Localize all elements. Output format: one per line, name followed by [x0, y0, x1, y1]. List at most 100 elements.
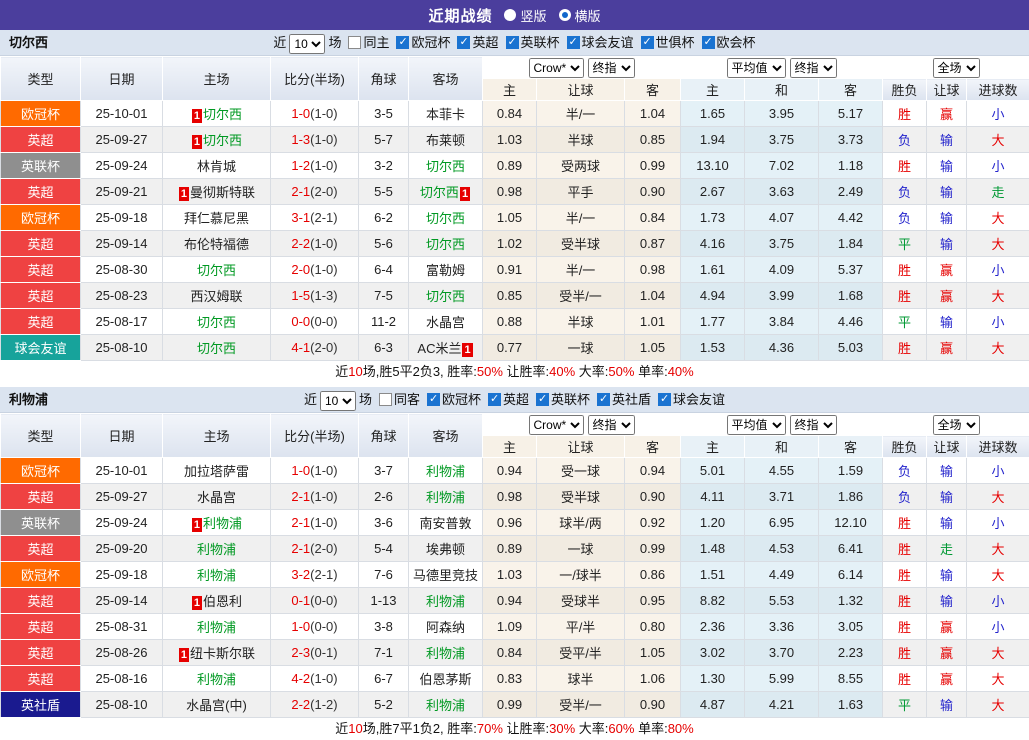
team-name-text: 利物浦	[197, 568, 236, 583]
odds-home-cell: 0.89	[483, 536, 537, 562]
same-ground-checkbox[interactable]: 同客	[372, 392, 420, 407]
match-row: 英超25-09-271切尔西1-3(1-0)5-7布莱顿1.03半球0.851.…	[1, 127, 1029, 153]
match-type-cell: 欧冠杯	[1, 101, 81, 127]
away-team-cell: 水晶宫	[409, 309, 483, 335]
avg-away-cell: 1.63	[819, 692, 883, 718]
avg-home-cell: 5.01	[681, 458, 745, 484]
team-name-text: 利物浦	[426, 698, 465, 713]
match-type-cell: 英超	[1, 536, 81, 562]
rank-badge: 1	[462, 343, 472, 357]
odds-home-cell: 0.85	[483, 283, 537, 309]
avg-type-select[interactable]: 平均值	[727, 415, 786, 435]
odds-handicap-cell: 一球	[537, 536, 625, 562]
home-team-cell: 1纽卡斯尔联	[163, 640, 271, 666]
sub-column-header: 胜负	[883, 436, 927, 458]
match-date-cell: 25-08-16	[81, 666, 163, 692]
odds-group-header: 全场	[883, 414, 1029, 436]
away-team-cell: 利物浦	[409, 692, 483, 718]
summary-text: 10	[348, 721, 362, 736]
odds-stage-select[interactable]: 终指	[588, 58, 635, 78]
team-name-text: 阿森纳	[426, 620, 465, 635]
team-name-text: 利物浦	[426, 464, 465, 479]
scope-select[interactable]: 全场	[933, 415, 980, 435]
match-row: 英联杯25-09-24林肯城1-2(1-0)3-2切尔西0.89受两球0.991…	[1, 153, 1029, 179]
team-name-text: 林肯城	[197, 159, 236, 174]
competition-checkbox[interactable]: 英社盾	[590, 392, 651, 407]
column-header: 比分(半场)	[271, 414, 359, 458]
result-goals-cell: 大	[967, 335, 1029, 361]
odds-home-cell: 1.09	[483, 614, 537, 640]
fulltime-score: 4-1	[291, 340, 310, 355]
odds-home-cell: 0.98	[483, 179, 537, 205]
competition-checkbox[interactable]: 欧冠杯	[420, 392, 481, 407]
odds-handicap-cell: 半/一	[537, 205, 625, 231]
radio-horizontal-label: 横版	[575, 6, 601, 25]
avg-home-cell: 1.20	[681, 510, 745, 536]
odds-handicap-cell: 球半	[537, 666, 625, 692]
competition-checkbox[interactable]: 球会友谊	[651, 392, 725, 407]
avg-draw-cell: 3.99	[745, 283, 819, 309]
competition-checkbox[interactable]: 英超	[481, 392, 529, 407]
competition-checkbox[interactable]: 世俱杯	[634, 35, 695, 50]
fulltime-score: 2-1	[291, 515, 310, 530]
avg-type-select[interactable]: 平均值	[727, 58, 786, 78]
avg-stage-select[interactable]: 终指	[790, 58, 837, 78]
sub-column-header: 客	[625, 79, 681, 101]
result-outcome-cell: 负	[883, 179, 927, 205]
title-bar: 近期战绩 竖版 横版	[0, 0, 1029, 30]
sub-column-header: 胜负	[883, 79, 927, 101]
fulltime-score: 2-2	[291, 697, 310, 712]
team-section: 利物浦近10场同客欧冠杯英超英联杯英社盾球会友谊类型日期主场比分(半场)角球客场…	[0, 387, 1029, 740]
avg-home-cell: 4.16	[681, 231, 745, 257]
scope-select[interactable]: 全场	[933, 58, 980, 78]
corners-cell: 3-7	[359, 458, 409, 484]
odds-home-cell: 0.77	[483, 335, 537, 361]
avg-home-cell: 1.53	[681, 335, 745, 361]
result-outcome-cell: 胜	[883, 588, 927, 614]
avg-draw-cell: 4.21	[745, 692, 819, 718]
radio-vertical-label: 竖版	[520, 6, 546, 25]
match-row: 英超25-08-31利物浦1-0(0-0)3-8阿森纳1.09平/半0.802.…	[1, 614, 1029, 640]
odds-away-cell: 0.99	[625, 536, 681, 562]
home-team-cell: 切尔西	[163, 309, 271, 335]
odds-handicap-cell: 受平/半	[537, 640, 625, 666]
sub-column-header: 客	[625, 436, 681, 458]
avg-home-cell: 1.48	[681, 536, 745, 562]
fulltime-score: 2-2	[291, 236, 310, 251]
competition-checkbox[interactable]: 英联杯	[499, 35, 560, 50]
match-count-select[interactable]: 10	[320, 391, 356, 411]
odds-handicap-cell: 半球	[537, 127, 625, 153]
radio-vertical-layout[interactable]: 竖版	[504, 6, 546, 25]
result-goals-cell: 大	[967, 283, 1029, 309]
competition-checkbox[interactable]: 欧会杯	[695, 35, 756, 50]
odds-provider-select[interactable]: Crow*	[529, 58, 584, 78]
corners-cell: 7-5	[359, 283, 409, 309]
odds-away-cell: 1.04	[625, 101, 681, 127]
avg-draw-cell: 3.75	[745, 127, 819, 153]
odds-home-cell: 0.84	[483, 640, 537, 666]
avg-draw-cell: 5.53	[745, 588, 819, 614]
match-row: 欧冠杯25-09-18利物浦3-2(2-1)7-6马德里竞技1.03一/球半0.…	[1, 562, 1029, 588]
radio-horizontal-layout[interactable]: 横版	[559, 6, 601, 25]
competition-checkbox[interactable]: 英超	[450, 35, 498, 50]
competition-checkbox[interactable]: 欧冠杯	[389, 35, 450, 50]
team-name-text: 水晶宫	[426, 315, 465, 330]
fulltime-score: 4-2	[291, 671, 310, 686]
avg-draw-cell: 3.75	[745, 231, 819, 257]
summary-text: 近	[335, 721, 348, 736]
competition-checkbox[interactable]: 球会友谊	[560, 35, 634, 50]
result-goals-cell: 大	[967, 127, 1029, 153]
competition-checkbox[interactable]: 英联杯	[529, 392, 590, 407]
avg-stage-select[interactable]: 终指	[790, 415, 837, 435]
result-outcome-cell: 胜	[883, 335, 927, 361]
away-team-cell: 本菲卡	[409, 101, 483, 127]
odds-provider-select[interactable]: Crow*	[529, 415, 584, 435]
away-team-cell: 伯恩茅斯	[409, 666, 483, 692]
home-team-cell: 拜仁慕尼黑	[163, 205, 271, 231]
odds-stage-select[interactable]: 终指	[588, 415, 635, 435]
sub-column-header: 让球	[927, 79, 967, 101]
same-ground-checkbox[interactable]: 同主	[341, 35, 389, 50]
fulltime-score: 0-0	[291, 314, 310, 329]
match-count-select[interactable]: 10	[289, 34, 325, 54]
match-date-cell: 25-09-27	[81, 484, 163, 510]
